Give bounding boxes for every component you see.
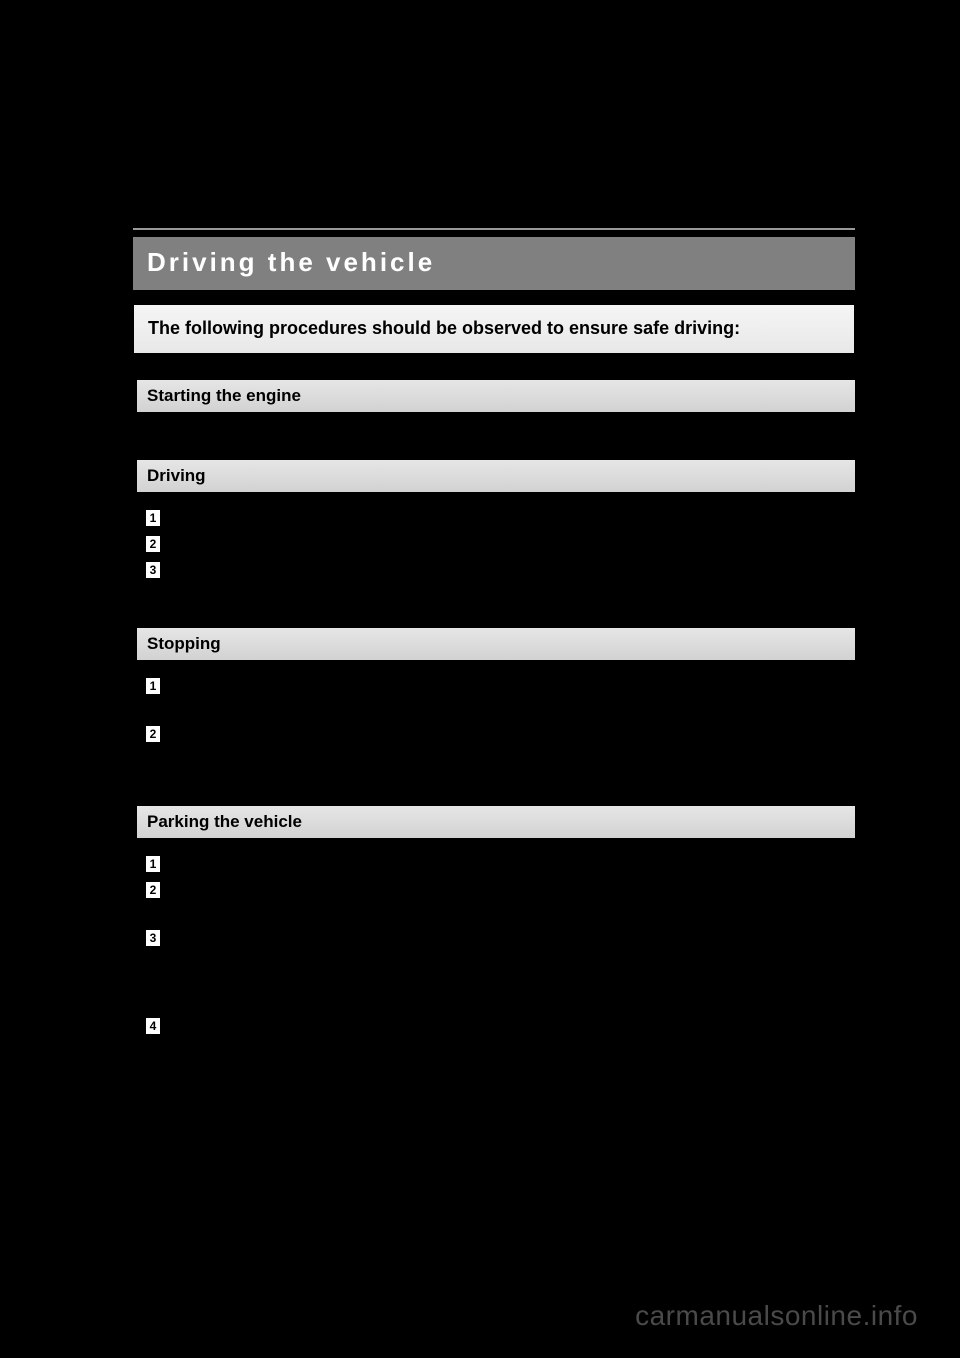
section-heading-label: Driving	[147, 466, 206, 485]
step-marker: 4	[143, 1017, 161, 1035]
step-marker: 1	[143, 677, 161, 695]
watermark: carmanualsonline.info	[635, 1300, 918, 1332]
step-row: 1	[143, 854, 855, 874]
spacer	[133, 582, 855, 602]
section-heading-label: Starting the engine	[147, 386, 301, 405]
spacer	[143, 698, 855, 718]
section-body-stopping: 1 2	[133, 662, 855, 744]
section-body-starting	[133, 414, 855, 434]
top-divider	[133, 228, 855, 230]
intro-box: The following procedures should be obser…	[133, 304, 855, 354]
spacer	[133, 746, 855, 780]
step-text	[171, 676, 855, 696]
step-text	[171, 880, 855, 900]
step-text	[171, 928, 855, 948]
step-text	[171, 534, 855, 554]
section-body-parking: 1 2 3 4	[133, 840, 855, 1036]
page-content: Driving the vehicle The following proced…	[133, 228, 855, 1038]
step-marker: 3	[143, 561, 161, 579]
step-row: 2	[143, 534, 855, 554]
step-row: 2	[143, 724, 855, 744]
step-marker: 1	[143, 509, 161, 527]
step-marker: 2	[143, 881, 161, 899]
section-heading-label: Parking the vehicle	[147, 812, 302, 831]
section-heading-starting: Starting the engine	[133, 380, 855, 414]
step-row: 2	[143, 880, 855, 900]
section-body-driving: 1 2 3	[133, 494, 855, 580]
step-marker: 2	[143, 535, 161, 553]
step-text	[171, 854, 855, 874]
intro-text: The following procedures should be obser…	[148, 318, 740, 338]
step-marker: 1	[143, 855, 161, 873]
section-heading-stopping: Stopping	[133, 628, 855, 662]
step-text	[171, 724, 855, 744]
step-text	[171, 1016, 855, 1036]
section-heading-parking: Parking the vehicle	[133, 806, 855, 840]
step-marker: 3	[143, 929, 161, 947]
step-row: 4	[143, 1016, 855, 1036]
step-row: 3	[143, 928, 855, 948]
step-text	[171, 508, 855, 528]
step-marker: 2	[143, 725, 161, 743]
step-text	[171, 560, 855, 580]
step-row: 3	[143, 560, 855, 580]
section-heading-label: Stopping	[147, 634, 221, 653]
spacer	[143, 950, 855, 1010]
page-title-bar: Driving the vehicle	[133, 237, 855, 290]
page-title: Driving the vehicle	[147, 247, 435, 277]
spacer	[143, 902, 855, 922]
step-row: 1	[143, 508, 855, 528]
step-row: 1	[143, 676, 855, 696]
section-heading-driving: Driving	[133, 460, 855, 494]
